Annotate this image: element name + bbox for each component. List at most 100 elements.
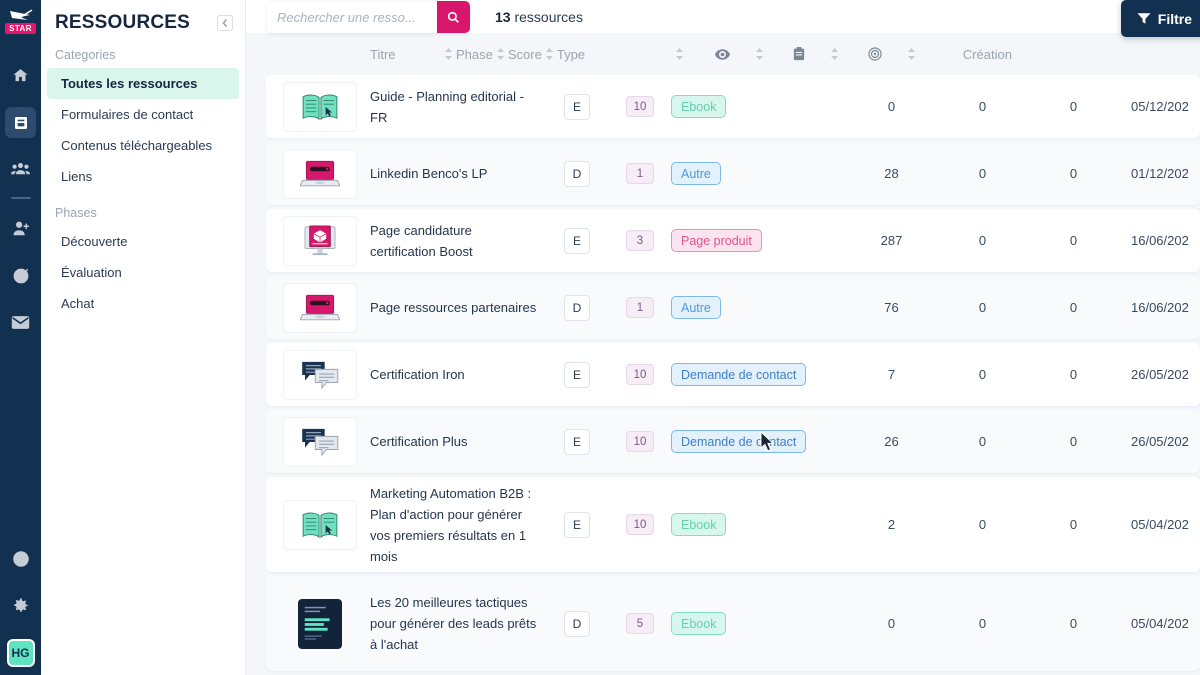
rail-item-campaigns[interactable] xyxy=(5,260,36,291)
row-type-cell: Autre xyxy=(671,296,846,319)
row-conversions: 0 xyxy=(1069,233,1078,248)
row-type-cell: Demande de contact xyxy=(671,363,846,386)
sidebar-item-toutes-les-ressources[interactable]: Toutes les ressources xyxy=(47,68,239,99)
home-icon xyxy=(13,69,28,82)
rail-item-help[interactable] xyxy=(5,543,36,574)
row-forms: 0 xyxy=(978,616,987,631)
row-views: 287 xyxy=(880,233,903,248)
open-book-icon xyxy=(302,94,338,120)
rail-item-emails[interactable] xyxy=(5,307,36,338)
avatar[interactable]: HG xyxy=(6,639,35,667)
sort-views[interactable] xyxy=(755,48,763,60)
mail-icon xyxy=(11,316,30,329)
row-type-cell: Ebook xyxy=(671,95,846,118)
row-thumbnail-cell xyxy=(266,215,370,266)
type-badge[interactable]: Ebook xyxy=(671,513,727,536)
row-score-cell: 1 xyxy=(609,297,671,318)
gear-icon xyxy=(14,598,28,612)
sort-title[interactable] xyxy=(445,48,452,60)
sidebar-item-contenus-telechargeables[interactable]: Contenus téléchargeables xyxy=(47,130,239,161)
rail-item-home[interactable] xyxy=(5,60,36,91)
table-row[interactable]: Page candidature certification Boost E 3… xyxy=(266,209,1200,272)
phase-badge: E xyxy=(564,511,590,538)
sort-score[interactable] xyxy=(545,48,553,60)
rail-item-settings[interactable] xyxy=(5,590,36,621)
app-logo[interactable]: STAR xyxy=(0,6,41,52)
row-title: Les 20 meilleures tactiques pour générer… xyxy=(370,595,537,652)
table-row[interactable]: Certification Plus E 10 Demande de conta… xyxy=(266,410,1200,473)
row-conversions: 0 xyxy=(1069,616,1078,631)
sidebar-header: RESSOURCES xyxy=(41,0,245,44)
row-thumbnail-cell xyxy=(266,598,370,649)
sidebar-item-achat[interactable]: Achat xyxy=(47,288,239,319)
col-header-phase[interactable]: Phase xyxy=(456,47,493,62)
sidebar-item-formulaires-de-contact[interactable]: Formulaires de contact xyxy=(47,99,239,130)
score-badge: 10 xyxy=(626,96,654,117)
col-header-title[interactable]: Titre xyxy=(370,47,396,62)
table-row[interactable]: Certification Iron E 10 Demande de conta… xyxy=(266,343,1200,406)
sort-type[interactable] xyxy=(675,48,683,60)
sort-forms[interactable] xyxy=(830,48,838,60)
table-row[interactable]: Page ressources partenaires D 1 Autre 76… xyxy=(266,276,1200,339)
type-badge[interactable]: Demande de contact xyxy=(671,430,807,453)
row-score-cell: 10 xyxy=(609,96,671,117)
score-badge: 10 xyxy=(626,431,654,452)
table-row[interactable]: Linkedin Benco's LP D 1 Autre 28 0 0 01/… xyxy=(266,142,1200,205)
row-views: 0 xyxy=(887,616,896,631)
row-forms: 0 xyxy=(978,300,987,315)
app-root: STAR HG RESSOURCES Categories Toutes les… xyxy=(0,0,1200,675)
row-phase-cell: E xyxy=(545,227,609,254)
filter-button[interactable]: Filtre xyxy=(1120,0,1200,37)
row-creation-date: 05/12/202 xyxy=(1131,99,1189,114)
row-thumbnail-cell xyxy=(266,81,370,132)
row-title: Linkedin Benco's LP xyxy=(370,166,488,181)
sort-icon xyxy=(755,48,763,60)
phase-badge: E xyxy=(564,227,590,254)
table-row[interactable]: Marketing Automation B2B : Plan d'action… xyxy=(266,477,1200,572)
table-body: Guide - Planning editorial - FR E 10 Ebo… xyxy=(245,75,1200,671)
table-row[interactable]: Les 20 meilleures tactiques pour générer… xyxy=(266,576,1200,671)
sort-icon xyxy=(545,48,553,60)
sidebar-collapse-button[interactable] xyxy=(217,15,233,31)
sidebar-item-decouverte[interactable]: Découverte xyxy=(47,226,239,257)
search-input[interactable] xyxy=(267,1,437,33)
row-type-cell: Demande de contact xyxy=(671,430,846,453)
col-header-type[interactable]: Type xyxy=(557,47,672,62)
type-badge[interactable]: Ebook xyxy=(671,95,727,118)
thumbnail xyxy=(283,416,357,467)
row-forms: 0 xyxy=(978,367,987,382)
sidebar-item-evaluation[interactable]: Évaluation xyxy=(47,257,239,288)
type-badge[interactable]: Autre xyxy=(671,296,721,319)
row-views: 2 xyxy=(887,517,896,532)
thumbnail xyxy=(283,215,357,266)
sidebar-item-liens[interactable]: Liens xyxy=(47,161,239,192)
row-score-cell: 1 xyxy=(609,163,671,184)
thumbnail xyxy=(283,81,357,132)
type-badge[interactable]: Page produit xyxy=(671,229,762,252)
chat-bubbles-icon xyxy=(302,361,339,389)
table-row[interactable]: Guide - Planning editorial - FR E 10 Ebo… xyxy=(266,75,1200,138)
row-phase-cell: E xyxy=(545,428,609,455)
col-header-score[interactable]: Score xyxy=(508,47,542,62)
logo-star-badge: STAR xyxy=(5,23,36,34)
row-phase-cell: E xyxy=(545,93,609,120)
type-badge[interactable]: Demande de contact xyxy=(671,363,807,386)
clipboard-icon xyxy=(793,47,804,61)
row-forms: 0 xyxy=(978,233,987,248)
row-type-cell: Page produit xyxy=(671,229,846,252)
resources-table: Titre Phase Score Type Création Guide - … xyxy=(245,33,1200,671)
type-badge[interactable]: Autre xyxy=(671,162,721,185)
resources-icon xyxy=(14,116,27,129)
search-button[interactable] xyxy=(437,1,470,33)
rail-item-contacts[interactable] xyxy=(5,154,36,185)
sort-phase[interactable] xyxy=(496,48,504,60)
chat-bubbles-icon xyxy=(302,428,339,456)
rail-item-resources[interactable] xyxy=(5,107,36,138)
type-badge[interactable]: Ebook xyxy=(671,612,727,635)
rail-item-add-user[interactable] xyxy=(5,213,36,244)
rail-bottom-group: HG xyxy=(5,535,36,675)
col-header-creation[interactable]: Création xyxy=(963,47,1012,62)
sort-conversions[interactable] xyxy=(907,48,915,60)
resource-count: 13 ressources xyxy=(495,9,583,25)
row-creation-date: 16/06/202 xyxy=(1131,233,1189,248)
